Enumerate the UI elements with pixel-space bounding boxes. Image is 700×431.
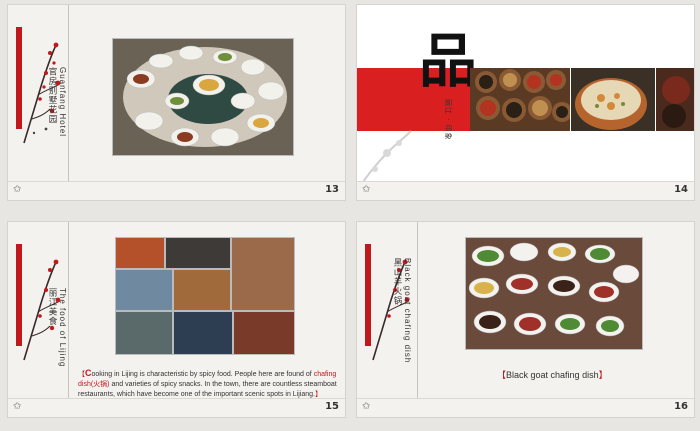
caption-text-1: ooking in Lijing is characteristic by sp… [91, 371, 314, 378]
slide-number: 13 [325, 184, 339, 195]
slide-title-en: Guanfang Hotel [58, 67, 67, 138]
hotpot-caption: 【Black goat chafing dish】 [497, 370, 608, 380]
restaurant-table-photo [112, 38, 294, 156]
slide-15[interactable]: 丽江美食 The food of Lijing 【Cooking in Liji… [8, 222, 345, 417]
slide-title-cn: 官房别墅花园 [47, 67, 57, 124]
star-icon: ✩ [362, 184, 371, 195]
divider-line [68, 5, 69, 182]
food-photo-4 [115, 269, 173, 311]
slide-footer: ✩ 13 [8, 181, 345, 200]
slide-number: 16 [674, 401, 688, 412]
star-icon: ✩ [362, 401, 371, 412]
star-icon: ✩ [13, 184, 22, 195]
divider-line [68, 222, 69, 399]
slide-footer: ✩ 16 [357, 398, 694, 417]
slide-13[interactable]: 官房别墅花园 Guanfang Hotel ✩ 13 [8, 5, 345, 200]
star-icon: ✩ [13, 401, 22, 412]
food-photo-7 [173, 311, 233, 355]
big-calligraphy-char: 品 [419, 27, 478, 95]
dark-dish-photo [656, 68, 694, 131]
hotpot-spread-photo [465, 237, 643, 350]
food-photo-1 [115, 237, 165, 269]
slide-title-cn: 黑山羊火锅 [392, 258, 402, 306]
clay-pot-dish-photo [571, 68, 655, 131]
slide-14[interactable]: 品 丽江 · 印象 ✩ 14 [357, 5, 694, 200]
caption-close-bracket: 】 [314, 391, 322, 398]
caption-text-2: and varieties of spicy snacks. In the to… [78, 381, 337, 398]
slide-16[interactable]: 黑山羊火锅 Black goat chafing dish 【Black goa… [357, 222, 694, 417]
caption-close-bracket: 】 [598, 370, 608, 380]
slide-title-en: The food of Lijing [58, 288, 67, 368]
slide-footer: ✩ 14 [357, 181, 694, 200]
food-photo-grid [115, 237, 295, 355]
slide-title-cn: 丽江美食 [47, 288, 57, 326]
food-photo-3 [231, 237, 295, 311]
food-photo-5 [173, 269, 231, 311]
food-caption: 【Cooking in Lijing is characteristic by … [78, 368, 340, 400]
slide-footer: ✩ 15 [8, 398, 345, 417]
divider-line [417, 222, 418, 399]
spice-bowls-photo [470, 68, 570, 131]
caption-open-bracket: 【 [78, 371, 85, 378]
caption-open-bracket: 【 [497, 370, 507, 380]
food-photo-2 [165, 237, 231, 269]
food-photo-6 [115, 311, 173, 355]
ink-branch-decoration-icon [360, 130, 412, 186]
food-photo-8 [233, 311, 295, 355]
subtitle-cn: 丽江 · 印象 [444, 99, 452, 141]
slide-title-en: Black goat chafing dish [403, 258, 412, 364]
slide-number: 15 [325, 401, 339, 412]
slide-number: 14 [674, 184, 688, 195]
caption-text: Black goat chafing dish [506, 370, 599, 380]
